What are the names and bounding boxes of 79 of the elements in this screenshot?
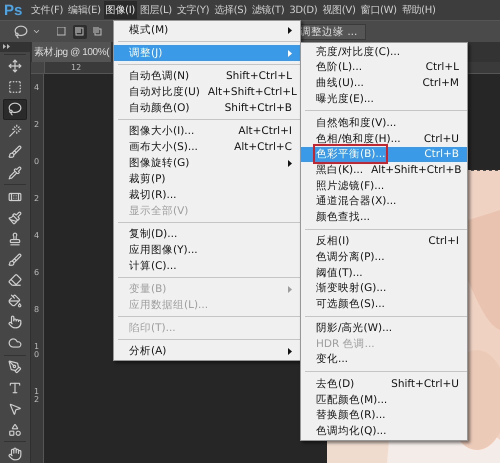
menu-item[interactable]: 自然饱和度(V)... [301,115,467,131]
brush-icon [8,145,22,160]
menu-item[interactable]: 阈值(T)... [301,264,467,280]
menu-item[interactable]: 色阶(L)... Ctrl+L [301,60,467,76]
menu-item[interactable]: 曝光度(E)... [301,90,467,106]
menu-item[interactable]: 图像旋转(G) [114,155,300,171]
menu-title[interactable]: 窗口(W) [358,1,399,19]
menu-item[interactable]: 色相/饱和度(H)... Ctrl+U [301,130,467,147]
menu-item[interactable]: 自动颜色(O) Shift+Ctrl+B [114,100,300,116]
menu-item[interactable]: 图像大小(I)... Alt+Ctrl+I [114,123,300,139]
menu-item[interactable]: 计算(C)... [114,258,300,274]
pen-icon [8,360,22,374]
ruler-number: 12 [71,62,82,73]
document-tab[interactable]: 素材.jpg @ 100%( [32,42,112,62]
menu-item[interactable]: 亮度/对比度(C)... [301,44,467,60]
menu-item[interactable]: 变化... [301,352,467,368]
ruler-number: 6 [34,269,40,277]
menu-item[interactable]: 黑白(K)... Alt+Shift+Ctrl+B [301,162,467,178]
ruler-number: 8 [34,306,40,314]
hand-icon [8,446,22,461]
menu-title[interactable]: 视图(V) [320,1,358,19]
menu-item[interactable]: 色调分离(P)... [301,249,467,265]
finger-icon [8,315,22,330]
menu-item[interactable]: 色调均化(Q)... [301,423,467,439]
collapse-icon[interactable] [3,44,11,50]
ruler-number: 4 [34,232,40,240]
menu-title[interactable]: 3D(D) [287,2,320,18]
menu-item[interactable]: 可选颜色(S)... [301,296,467,312]
menu-item[interactable]: 去色(D) Shift+Ctrl+U [301,376,467,392]
brush-icon [8,210,22,225]
ruler-number: 0 [34,158,40,166]
menu-item[interactable]: 照片滤镜(F)... [301,178,467,194]
menu-item[interactable]: 自动色调(N) Shift+Ctrl+L [114,68,300,84]
menu-item[interactable]: 应用图像(Y)... [114,242,300,258]
stamp-icon [8,232,22,246]
menu-item[interactable]: 渐变映射(G)... [301,280,467,296]
marquee-icon [8,80,22,94]
lasso-icon[interactable] [14,24,28,38]
menu-item[interactable]: 阴影/高光(W)... [301,320,467,336]
ruler-number: 10 [34,343,40,359]
menu-item[interactable]: 反相(I) Ctrl+I [301,234,467,250]
eraser-icon [8,273,22,288]
wand-icon [8,124,22,138]
menu-item[interactable]: 匹配颜色(M)... [301,392,467,408]
menu-title[interactable]: 文字(Y) [174,1,212,19]
menu-title[interactable]: 帮助(H) [400,1,438,19]
menu-title[interactable]: 图像(I) [104,1,137,19]
menu-item[interactable]: 画布大小(S)... Alt+Ctrl+C [114,139,300,155]
arrow-pointer-icon [8,402,22,416]
menu-item[interactable]: 通道混合器(X)... [301,193,467,209]
selection-mode-button[interactable] [73,24,87,38]
brush-icon [8,252,22,267]
menu-title[interactable]: 滤镜(T) [250,1,286,19]
tool-button[interactable] [3,98,27,120]
menu-item[interactable]: 裁剪(P) [114,171,300,187]
move-icon [8,59,22,74]
menu-title[interactable]: 选择(S) [212,1,249,19]
lasso-icon [8,102,22,116]
ruler-number: 12 [34,388,40,404]
ruler-number: 4 [34,84,40,92]
menu-item[interactable]: 曲线(U)... Ctrl+M [301,75,467,91]
menu-title[interactable]: 图层(L) [138,1,174,19]
ruler-number: 2 [34,195,40,203]
menu-item[interactable]: 替换颜色(R)... [301,407,467,424]
menu-item[interactable]: 自动对比度(U) Alt+Shift+Ctrl+L [114,84,300,100]
shapes-icon [8,422,22,437]
eyedropper-icon [8,166,22,180]
menu-item[interactable]: 复制(D)... [114,226,300,242]
type-icon [8,381,22,395]
menu-title[interactable]: 编辑(E) [66,1,103,19]
menu-item[interactable]: 裁切(R)... [114,187,300,203]
menu-item[interactable]: 颜色查找... [301,208,467,225]
ruler-number: 2 [34,121,40,129]
paint-bucket-icon [8,294,22,308]
sponge-icon [8,336,22,350]
menu-item[interactable]: 分析(A) [114,343,300,359]
app-logo: Ps [4,2,24,18]
caret-icon[interactable] [32,27,41,36]
menu-title[interactable]: 文件(F) [29,1,66,19]
